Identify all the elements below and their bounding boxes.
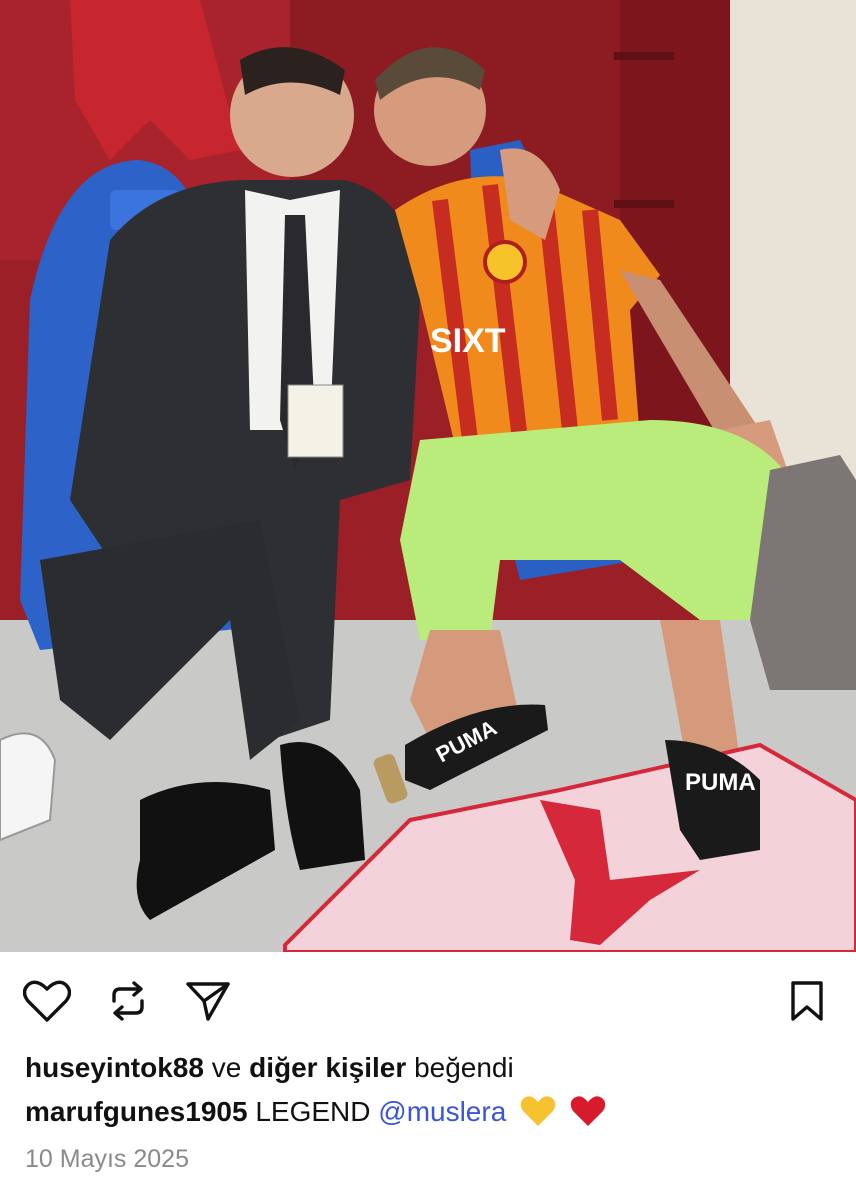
post-date: 10 Mayıs 2025 [25,1145,189,1173]
share-button[interactable] [183,976,233,1026]
svg-text:PUMA: PUMA [685,769,756,796]
save-button[interactable] [782,976,832,1026]
bookmark-icon [791,981,823,1021]
post-photo[interactable]: SIXT PUMA PUMA [0,0,856,952]
post-action-bar [0,966,856,1034]
liker-username[interactable]: huseyintok88 [25,1052,204,1083]
mention-link[interactable]: @muslera [378,1096,506,1127]
red-heart-icon [570,1095,606,1138]
likes-summary: huseyintok88 ve diğer kişiler beğendi [25,1048,514,1088]
author-username[interactable]: marufgunes1905 [25,1096,248,1127]
heart-icon [23,980,71,1022]
send-icon [186,982,230,1021]
yellow-heart-icon [520,1095,556,1138]
locker-room-photo: SIXT PUMA PUMA [0,0,856,952]
like-button[interactable] [22,976,72,1026]
repost-icon [112,981,144,1021]
post-caption: marufgunes1905 LEGEND @muslera [25,1092,606,1138]
likes-others-link[interactable]: diğer kişiler [249,1052,406,1083]
caption-text: LEGEND [255,1096,371,1127]
likes-connector: ve [211,1052,242,1083]
svg-text:SIXT: SIXT [430,322,506,360]
likes-suffix: beğendi [414,1052,514,1083]
repost-button[interactable] [103,976,153,1026]
